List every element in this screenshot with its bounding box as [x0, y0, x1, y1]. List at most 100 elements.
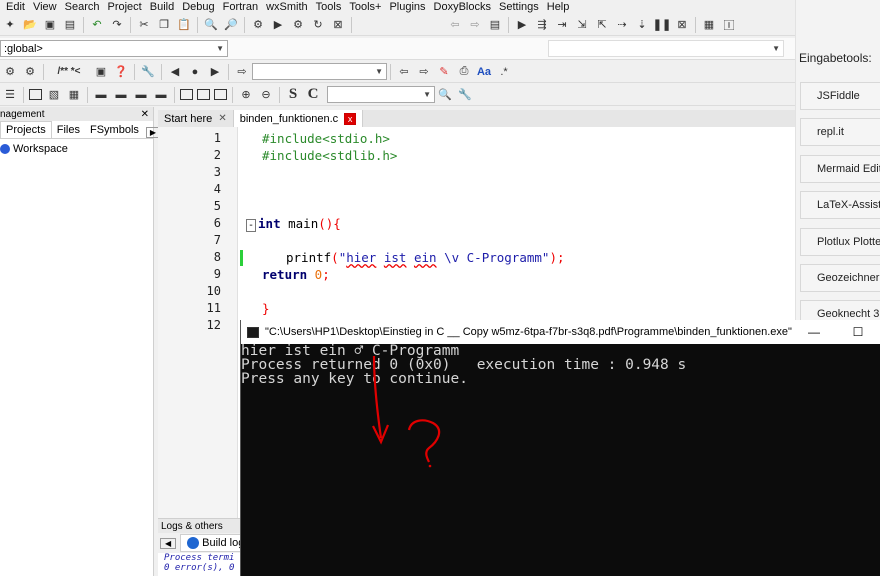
minimize-button[interactable]: — [792, 320, 836, 344]
menu-settings[interactable]: Settings [495, 1, 543, 13]
debug-run-icon[interactable]: ▶ [514, 17, 530, 33]
menu-wxsmith[interactable]: wxSmith [262, 1, 312, 13]
paste-icon[interactable]: 📋 [176, 17, 192, 33]
menu-build[interactable]: Build [146, 1, 178, 13]
frame-1-icon[interactable] [180, 89, 193, 100]
search-combo[interactable]: ▼ [252, 63, 387, 80]
wizard-icon[interactable]: ⚙ [2, 64, 18, 80]
undo-icon[interactable]: ↶ [89, 17, 105, 33]
latex-assist-button[interactable]: LaTeX-Assist [800, 191, 880, 219]
tab-close-icon[interactable]: ✕ [218, 113, 226, 124]
bookmark-prev-icon[interactable]: ◀ [167, 64, 183, 80]
tab-projects[interactable]: Projects [0, 121, 52, 138]
build-target-icon[interactable]: ▤ [487, 17, 503, 33]
abort-icon[interactable]: ⊠ [330, 17, 346, 33]
box-3-icon[interactable]: ▬ [133, 87, 149, 103]
highlight-icon[interactable]: ✎ [436, 64, 452, 80]
chm-doc-icon[interactable]: ❓ [113, 64, 129, 80]
frame-3-icon[interactable] [214, 89, 227, 100]
open-folder-icon[interactable]: 📂 [22, 17, 38, 33]
console-title-bar[interactable]: "C:\Users\HP1\Desktop\Einstieg in C __ C… [241, 320, 880, 344]
box-1-icon[interactable]: ▬ [93, 87, 109, 103]
grid-icon[interactable]: ▦ [66, 87, 82, 103]
image-icon[interactable]: ▧ [46, 87, 62, 103]
logs-scroll-left-icon[interactable]: ◀ [160, 537, 177, 549]
debug-windows-icon[interactable]: ▦ [701, 17, 717, 33]
box-4-icon[interactable]: ▬ [153, 87, 169, 103]
new-file-icon[interactable]: ✦ [2, 17, 18, 33]
tab-files[interactable]: Files [52, 122, 85, 138]
menu-plugins[interactable]: Plugins [385, 1, 429, 13]
next-instruction-icon[interactable]: ⇢ [614, 17, 630, 33]
fold-marker-icon[interactable]: - [246, 219, 257, 232]
copy-icon[interactable]: ❐ [156, 17, 172, 33]
jsfiddle-button[interactable]: JSFiddle [800, 82, 880, 110]
build-run-icon[interactable]: ⚙ [290, 17, 306, 33]
zoom-in-icon[interactable]: ⊕ [238, 87, 254, 103]
settings-gear-icon[interactable]: ⚙ [250, 17, 266, 33]
tab-start-here[interactable]: Start here ✕ [158, 110, 234, 127]
step-instruction-icon[interactable]: ⇣ [634, 17, 650, 33]
find-icon[interactable]: 🔍 [203, 17, 219, 33]
search-doc-icon[interactable]: 🔍 [437, 87, 453, 103]
workspace-node[interactable]: Workspace [0, 139, 153, 155]
step-out-icon[interactable]: ⇱ [594, 17, 610, 33]
regex-icon[interactable]: .* [496, 64, 512, 80]
step-into-icon[interactable]: ⇲ [574, 17, 590, 33]
cut-icon[interactable]: ✂ [136, 17, 152, 33]
frame-2-icon[interactable] [197, 89, 210, 100]
management-close-icon[interactable]: ✕ [141, 109, 149, 120]
menu-view[interactable]: View [29, 1, 61, 13]
list-icon[interactable]: ☰ [2, 87, 18, 103]
tab-binden-funktionen[interactable]: binden_funktionen.c x [233, 110, 364, 127]
symbol-combo[interactable]: ▼ [327, 86, 435, 103]
arrow-right-icon[interactable]: ⇨ [416, 64, 432, 80]
c-button[interactable]: C [305, 86, 321, 103]
pause-icon[interactable]: ❚❚ [653, 17, 671, 33]
next-line-icon[interactable]: ⇥ [554, 17, 570, 33]
console-output[interactable]: hier ist ein ♂ C-Programm Process return… [241, 344, 880, 576]
redo-icon[interactable]: ↷ [109, 17, 125, 33]
jump-icon[interactable]: ⇨ [234, 64, 250, 80]
rebuild-icon[interactable]: ↻ [310, 17, 326, 33]
menu-help[interactable]: Help [543, 1, 574, 13]
html-doc-icon[interactable]: ▣ [93, 64, 109, 80]
tab-fsymbols[interactable]: FSymbols [85, 122, 144, 138]
menu-fortran[interactable]: Fortran [219, 1, 262, 13]
nav-back-icon[interactable]: ⇦ [447, 17, 463, 33]
doxy-comment-button[interactable]: /** *< [49, 64, 89, 80]
menu-edit[interactable]: Edit [2, 1, 29, 13]
menu-search[interactable]: Search [61, 1, 104, 13]
rect-icon[interactable] [29, 89, 42, 100]
info-icon[interactable]: 🄸 [721, 17, 737, 33]
replit-button[interactable]: repl.it [800, 118, 880, 146]
plotlux-plotter-button[interactable]: Plotlux Plotte [800, 228, 880, 256]
mermaid-editor-button[interactable]: Mermaid Edit [800, 155, 880, 183]
run-icon[interactable]: ▶ [270, 17, 286, 33]
zoom-out-icon[interactable]: ⊖ [258, 87, 274, 103]
bookmark-next-icon[interactable]: ▶ [207, 64, 223, 80]
save-icon[interactable]: ▣ [42, 17, 58, 33]
geozeichner-button[interactable]: Geozeichner [800, 264, 880, 292]
menu-debug[interactable]: Debug [178, 1, 218, 13]
run-to-cursor-icon[interactable]: ⇶ [534, 17, 550, 33]
menu-tools-plus[interactable]: Tools+ [345, 1, 385, 13]
tools-icon[interactable]: 🔧 [140, 64, 156, 80]
scope-combo[interactable]: :global> ▼ [0, 40, 228, 57]
print-icon[interactable]: ⎙ [456, 64, 472, 80]
bookmark-toggle-icon[interactable]: ● [187, 64, 203, 80]
wrench-icon[interactable]: 🔧 [457, 87, 473, 103]
console-window[interactable]: "C:\Users\HP1\Desktop\Einstieg in C __ C… [240, 320, 880, 576]
menu-project[interactable]: Project [103, 1, 145, 13]
menu-doxyblocks[interactable]: DoxyBlocks [430, 1, 495, 13]
nav-forward-icon[interactable]: ⇨ [467, 17, 483, 33]
replace-icon[interactable]: 🔎 [223, 17, 239, 33]
save-all-icon[interactable]: ▤ [62, 17, 78, 33]
box-2-icon[interactable]: ▬ [113, 87, 129, 103]
maximize-button[interactable]: ☐ [836, 320, 880, 344]
function-combo[interactable]: ▼ [548, 40, 784, 57]
stop-debug-icon[interactable]: ⊠ [674, 17, 690, 33]
s-button[interactable]: S [285, 86, 301, 103]
tab-close-icon[interactable]: x [344, 112, 357, 125]
menu-tools[interactable]: Tools [312, 1, 346, 13]
